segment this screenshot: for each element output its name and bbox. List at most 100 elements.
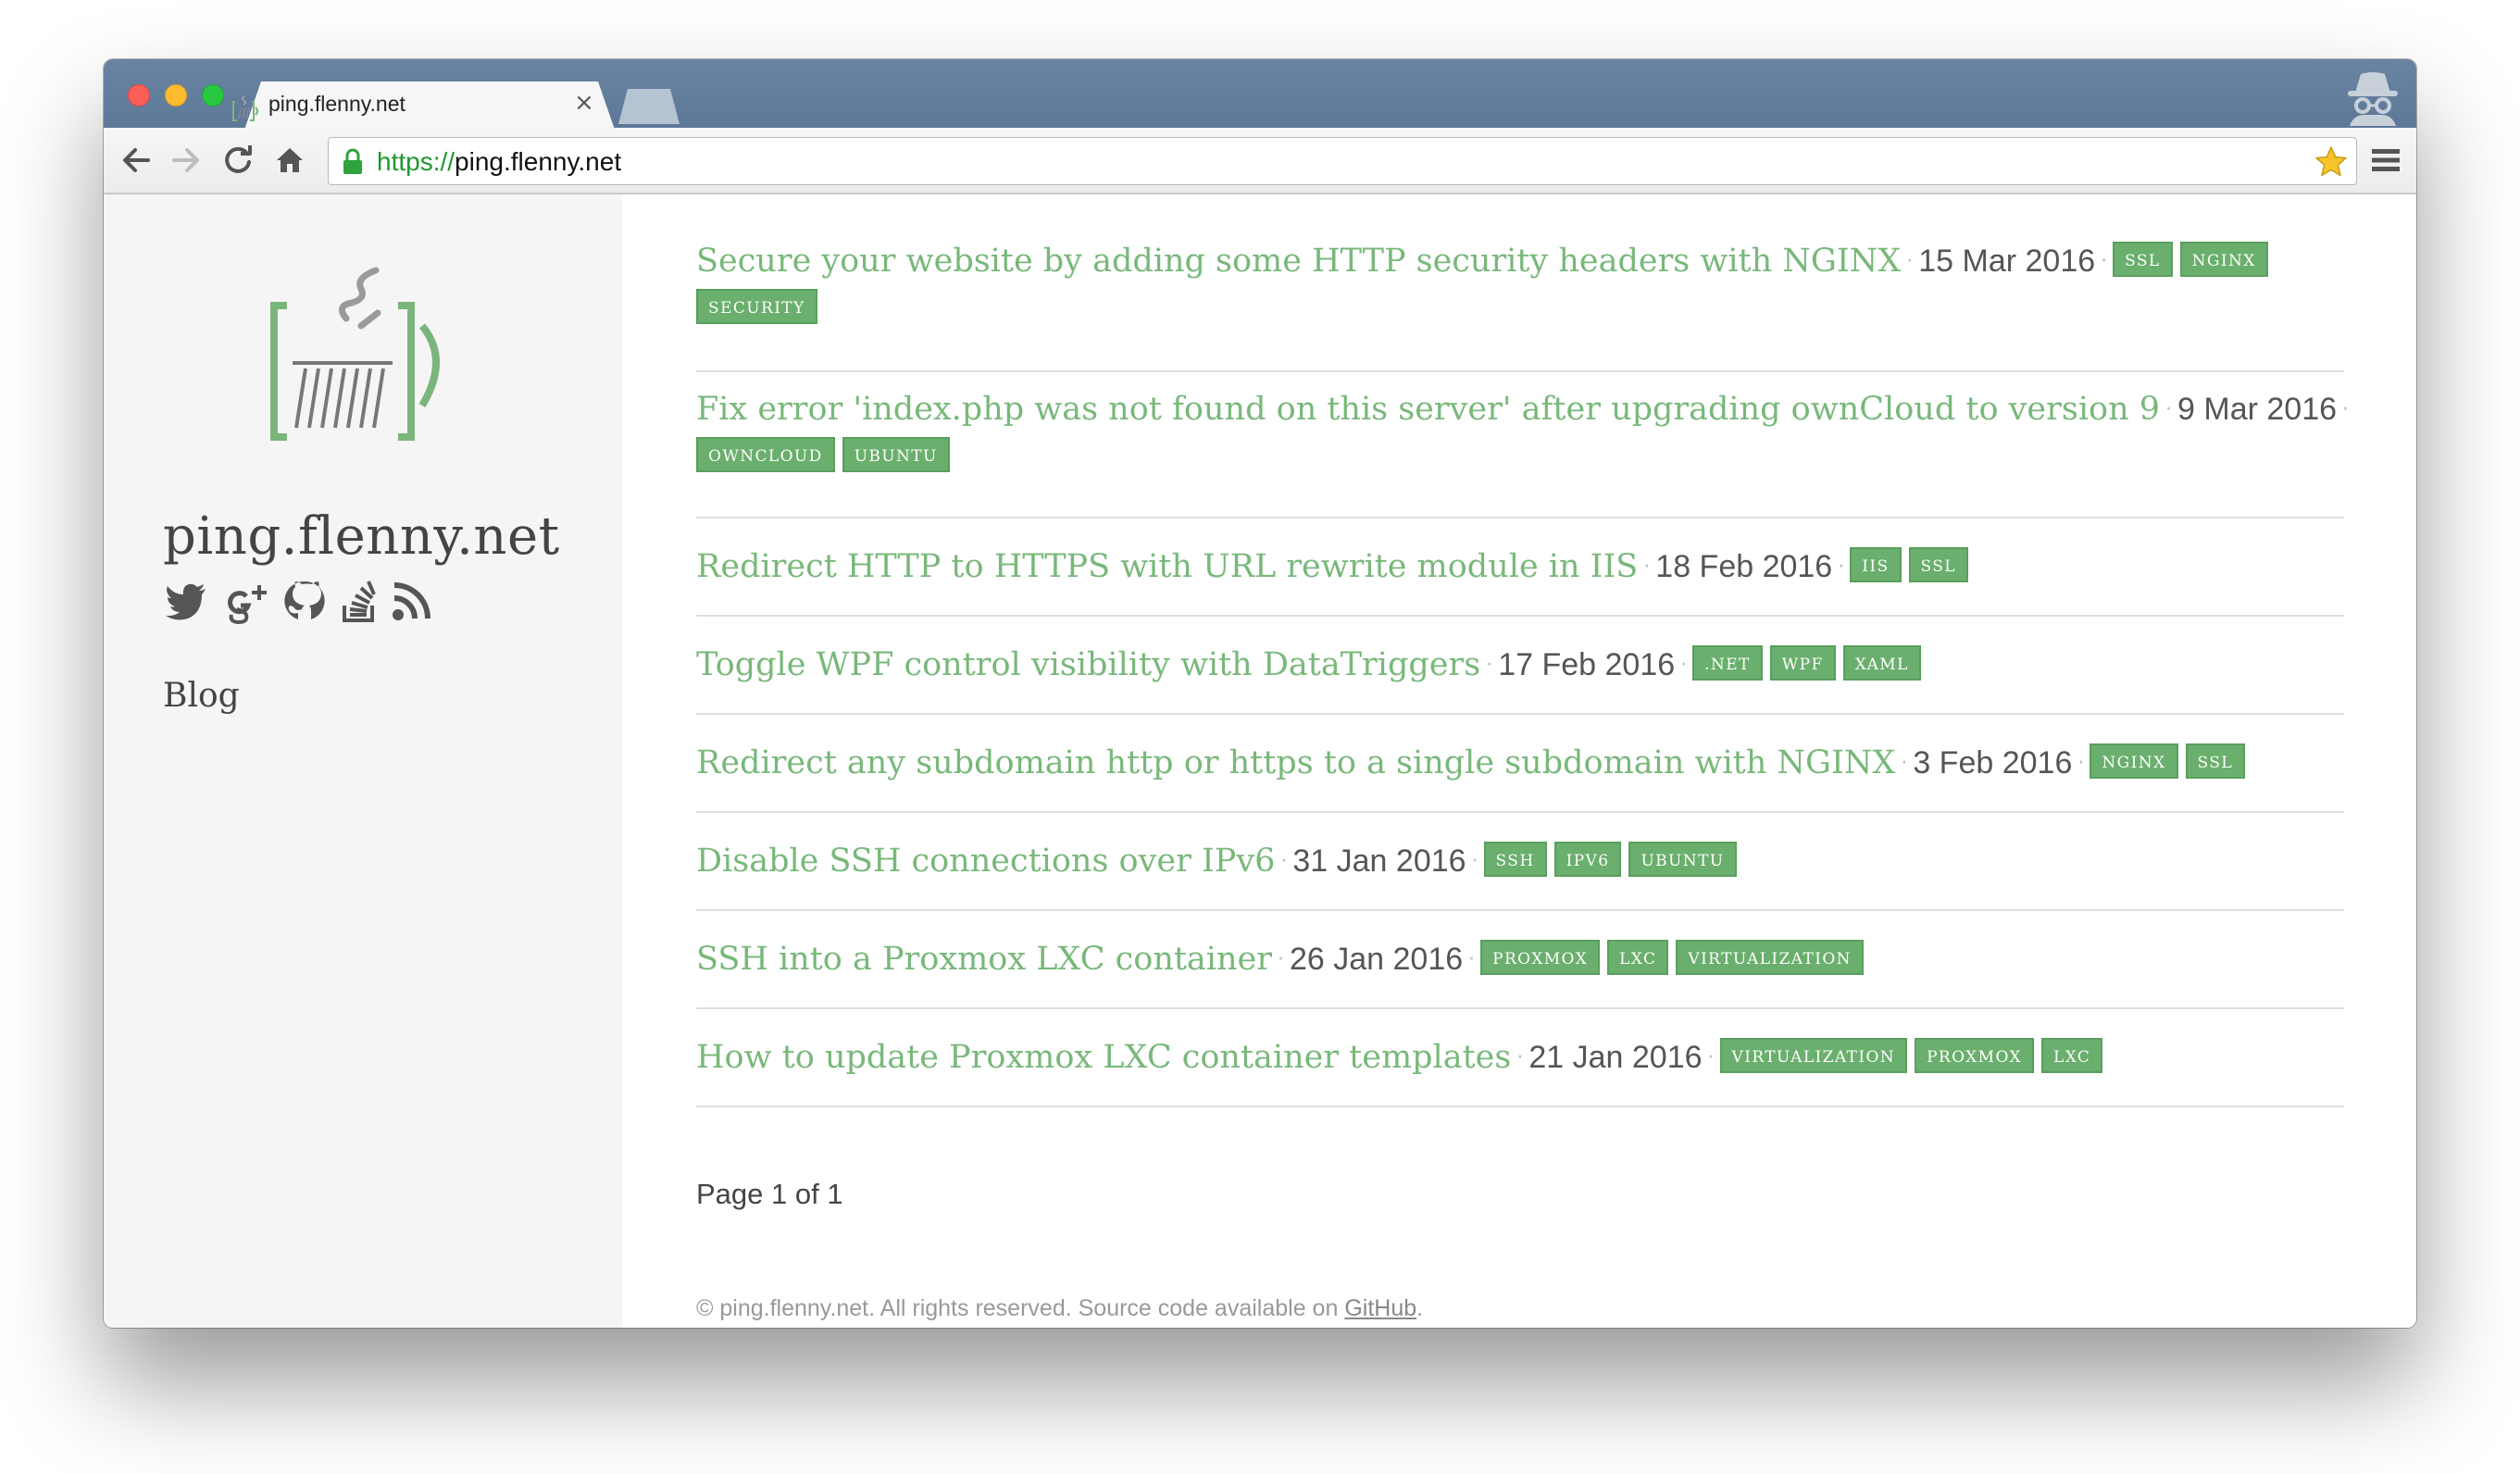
separator-dot: · — [1901, 752, 1908, 775]
tag-badge[interactable]: SSL — [1908, 547, 1968, 582]
tag-badge[interactable]: SSL — [2185, 743, 2245, 779]
bookmark-star-icon[interactable] — [2314, 144, 2349, 180]
post-item: Toggle WPF control visibility with DataT… — [696, 617, 2344, 715]
tag-badge[interactable]: SECURITY — [696, 289, 817, 324]
tag-badge[interactable]: UBUNTU — [1628, 842, 1737, 877]
post-date: 21 Jan 2016 — [1528, 1040, 1703, 1075]
home-icon[interactable] — [274, 144, 306, 176]
separator-dot: · — [1680, 654, 1688, 677]
tab-close-button[interactable]: × — [574, 87, 594, 119]
post-line: Toggle WPF control visibility with DataT… — [696, 641, 1928, 689]
site-logo[interactable] — [268, 267, 454, 443]
address-bar[interactable]: https://ping.flenny.net — [328, 137, 2357, 185]
tag-badge[interactable]: PROXMOX — [1480, 940, 1601, 975]
post-title-link[interactable]: Fix error 'index.php was not found on th… — [696, 391, 2160, 428]
incognito-icon — [2348, 72, 2398, 126]
tab-title: ping.flenny.net — [268, 92, 405, 116]
post-date: 26 Jan 2016 — [1289, 942, 1464, 977]
footer: © ping.flenny.net. All rights reserved. … — [696, 1293, 1423, 1324]
close-window-button[interactable] — [128, 84, 150, 106]
nav-blog-link[interactable]: Blog — [163, 674, 240, 718]
post-date: 3 Feb 2016 — [1913, 745, 2073, 781]
tag-badge[interactable]: SSL — [2113, 242, 2173, 277]
tag-badge[interactable]: VIRTUALIZATION — [1676, 940, 1864, 975]
stackoverflow-icon[interactable] — [337, 578, 383, 624]
separator-dot: · — [2077, 752, 2085, 775]
tag-badge[interactable]: NGINX — [2090, 743, 2178, 779]
tag-badge[interactable]: VIRTUALIZATION — [1719, 1038, 1908, 1073]
post-item: Secure your website by adding some HTTP … — [696, 224, 2344, 372]
post-content: Redirect HTTP to HTTPS with URL rewrite … — [696, 543, 1976, 591]
post-item: SSH into a Proxmox LXC container · 26 Jan … — [696, 911, 2344, 1009]
post-title-link[interactable]: Redirect HTTP to HTTPS with URL rewrite … — [696, 548, 1638, 585]
separator-dot: · — [1906, 250, 1914, 273]
post-title-link[interactable]: SSH into a Proxmox LXC container — [696, 941, 1272, 978]
back-arrow-icon[interactable] — [120, 144, 152, 176]
github-source-link[interactable]: GitHub — [1344, 1295, 1416, 1321]
separator-dot: · — [1707, 1046, 1715, 1069]
post-date: 17 Feb 2016 — [1498, 647, 1676, 682]
post-line: Redirect any subdomain http or https to … — [696, 739, 2252, 787]
post-item: Redirect HTTP to HTTPS with URL rewrite … — [696, 518, 2344, 617]
favicon-icon — [232, 95, 258, 121]
footer-text: © ping.flenny.net. All rights reserved. … — [696, 1295, 1345, 1321]
post-item: How to update Proxmox LXC container temp… — [696, 1009, 2344, 1107]
post-content: SSH into a Proxmox LXC container · 26 Jan … — [696, 935, 1871, 983]
post-title-link[interactable]: Toggle WPF control visibility with DataT… — [696, 646, 1480, 683]
post-content: Fix error 'index.php was not found on th… — [696, 385, 2354, 472]
tag-badge[interactable]: OWNCLOUD — [696, 437, 835, 472]
sidebar: ping.flenny.net Blog — [104, 194, 622, 1328]
tag-badge[interactable]: XAML — [1842, 645, 1921, 681]
post-title-link[interactable]: How to update Proxmox LXC container temp… — [696, 1039, 1511, 1076]
rss-icon[interactable] — [389, 578, 435, 624]
post-content: Redirect any subdomain http or https to … — [696, 739, 2252, 787]
tag-badge[interactable]: .NET — [1692, 645, 1763, 681]
tag-badge[interactable]: PROXMOX — [1915, 1038, 2035, 1073]
new-tab-button[interactable] — [618, 89, 680, 124]
post-content: Disable SSH connections over IPv6 · 31 Jan… — [696, 837, 1744, 885]
url-host: ping.flenny.net — [455, 147, 622, 176]
tag-badge[interactable]: LXC — [2041, 1038, 2103, 1073]
github-icon[interactable] — [281, 578, 328, 624]
separator-dot: · — [1277, 948, 1284, 971]
google-plus-icon[interactable] — [222, 578, 268, 624]
tag-badge[interactable]: NGINX — [2179, 242, 2268, 277]
twitter-icon[interactable] — [163, 578, 209, 624]
post-date: 31 Jan 2016 — [1292, 843, 1466, 879]
tag-badge[interactable]: WPF — [1769, 645, 1836, 681]
menu-icon[interactable] — [2372, 148, 2400, 172]
site-title[interactable]: ping.flenny.net — [163, 506, 560, 568]
tag-badge[interactable]: LXC — [1607, 940, 1669, 975]
tag-badge[interactable]: IPV6 — [1553, 842, 1622, 877]
separator-dot: · — [2342, 398, 2350, 421]
post-date: 9 Mar 2016 — [2177, 392, 2338, 427]
tag-badge[interactable]: UBUNTU — [842, 437, 950, 472]
browser-titlebar: ping.flenny.net × — [104, 59, 2416, 130]
post-item: Disable SSH connections over IPv6 · 31 Jan… — [696, 813, 2344, 911]
reload-icon[interactable] — [222, 144, 254, 176]
post-date: 15 Mar 2016 — [1918, 244, 2096, 279]
post-content: How to update Proxmox LXC container temp… — [696, 1033, 2110, 1081]
maximize-window-button[interactable] — [202, 84, 224, 106]
separator-dot: · — [1280, 850, 1288, 873]
minimize-window-button[interactable] — [165, 84, 187, 106]
post-item: Redirect any subdomain http or https to … — [696, 715, 2344, 813]
post-title-link[interactable]: Redirect any subdomain http or https to … — [696, 744, 1895, 781]
separator-dot: · — [1643, 556, 1651, 579]
tag-badge[interactable]: SSH — [1483, 842, 1547, 877]
post-title-link[interactable]: Disable SSH connections over IPv6 — [696, 843, 1275, 880]
pagination-text: Page 1 of 1 — [696, 1178, 843, 1210]
separator-dot: · — [1471, 850, 1478, 873]
tag-badge[interactable]: IIS — [1850, 547, 1902, 582]
separator-dot: · — [1516, 1046, 1524, 1069]
post-line: Fix error 'index.php was not found on th… — [696, 385, 2354, 433]
post-content: Toggle WPF control visibility with DataT… — [696, 641, 1928, 689]
lock-icon — [343, 148, 362, 174]
page-viewport: ping.flenny.net Blog Secure your website… — [104, 194, 2416, 1328]
post-tags-line: SECURITY — [696, 289, 2276, 324]
separator-dot: · — [2165, 398, 2173, 421]
forward-arrow-icon[interactable] — [170, 144, 202, 176]
footer-end: . — [1416, 1295, 1424, 1321]
post-title-link[interactable]: Secure your website by adding some HTTP … — [696, 243, 1901, 280]
url-text: https://ping.flenny.net — [377, 146, 621, 178]
